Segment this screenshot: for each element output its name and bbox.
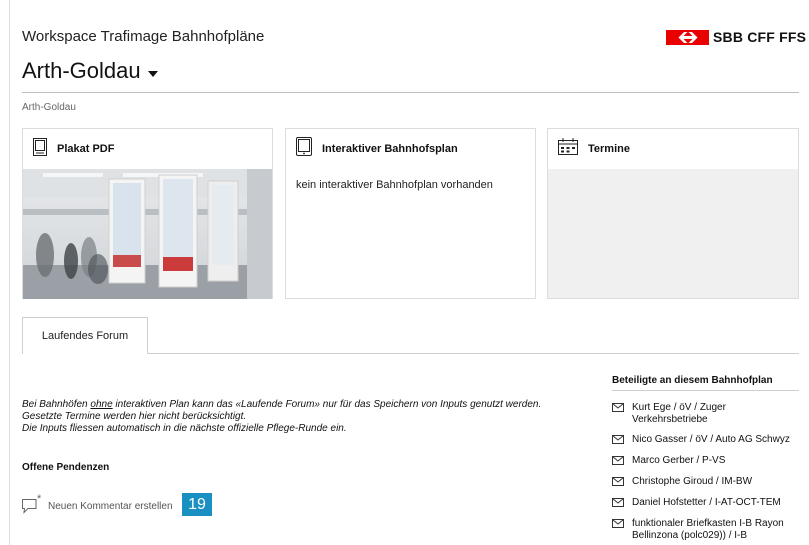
comment-add-icon: * [22, 493, 44, 519]
participant-item[interactable]: Nico Gasser / öV / Auto AG Schwyz [612, 434, 799, 448]
station-poster-image[interactable] [23, 169, 272, 299]
mail-icon [612, 435, 626, 448]
station-name: Arth-Goldau [22, 58, 141, 83]
mail-icon [612, 456, 626, 469]
card-title: Interaktiver Bahnhofsplan [322, 143, 458, 155]
notice-line-3: Die Inputs fliessen automatisch in die n… [22, 423, 347, 434]
forum-notice: Bei Bahnhöfen ohne interaktiven Plan kan… [22, 399, 541, 435]
participant-name: Marco Gerber / P-VS [632, 455, 726, 466]
svg-text:*: * [37, 494, 42, 505]
new-comment-label: Neuen Kommentar erstellen [48, 501, 173, 512]
new-comment-button[interactable]: * Neuen Kommentar erstellen [22, 493, 173, 519]
tablet-icon [296, 137, 312, 161]
participant-name: Christophe Giroud / IM-BW [632, 476, 753, 487]
count-badge: 19 [182, 493, 212, 516]
no-plan-message: kein interaktiver Bahnhofplan vorhanden [296, 179, 493, 191]
open-tasks-heading: Offene Pendenzen [22, 462, 110, 473]
caret-down-icon [147, 71, 158, 77]
calendar-icon [558, 138, 578, 160]
notice-line-2: Gesetzte Termine werden hier nicht berüc… [22, 411, 247, 422]
header-divider [22, 92, 799, 93]
tab-laufendes-forum[interactable]: Laufendes Forum [22, 317, 148, 354]
tab-bar-divider [148, 353, 799, 354]
participant-item[interactable]: funktionaler Briefkasten I-B Rayon Belli… [612, 518, 799, 542]
sbb-logo: SBB CFF FFS [666, 29, 806, 45]
card-title: Plakat PDF [57, 143, 115, 155]
participants-divider [612, 390, 799, 391]
participant-item[interactable]: Kurt Ege / öV / Zuger Verkehrsbetriebe [612, 402, 799, 426]
participant-item[interactable]: Christophe Giroud / IM-BW [612, 476, 799, 490]
station-selector[interactable]: Arth-Goldau [22, 58, 158, 84]
workspace-title: Workspace Trafimage Bahnhofpläne [22, 28, 265, 45]
brand-text: SBB CFF FFS [713, 29, 807, 45]
breadcrumb[interactable]: Arth-Goldau [22, 102, 76, 113]
participant-item[interactable]: Marco Gerber / P-VS [612, 455, 799, 469]
tab-label: Laufendes Forum [41, 330, 129, 342]
mail-icon [612, 477, 626, 490]
mail-icon [612, 403, 626, 416]
notice-line-1: Bei Bahnhöfen ohne interaktiven Plan kan… [22, 399, 542, 410]
participant-name: Kurt Ege / öV / Zuger Verkehrsbetriebe [632, 402, 726, 425]
sbb-arrows-icon [666, 29, 709, 45]
participants-heading: Beteiligte an diesem Bahnhofplan [612, 375, 773, 386]
window-left-border [9, 0, 10, 545]
participant-name: Daniel Hofstetter / I-AT-OCT-TEM [632, 497, 781, 508]
mail-icon [612, 519, 626, 532]
card-title: Termine [588, 143, 630, 155]
termine-content-area [548, 169, 798, 298]
participant-item[interactable]: Daniel Hofstetter / I-AT-OCT-TEM [612, 497, 799, 511]
termine-card[interactable]: Termine [547, 128, 799, 299]
interactive-plan-card[interactable]: Interaktiver Bahnhofsplan kein interakti… [285, 128, 536, 299]
poster-pdf-card[interactable]: Plakat PDF [22, 128, 273, 299]
participant-name: funktionaler Briefkasten I-B Rayon Belli… [632, 518, 784, 541]
mail-icon [612, 498, 626, 511]
document-icon [33, 137, 47, 161]
participant-name: Nico Gasser / öV / Auto AG Schwyz [632, 434, 790, 445]
